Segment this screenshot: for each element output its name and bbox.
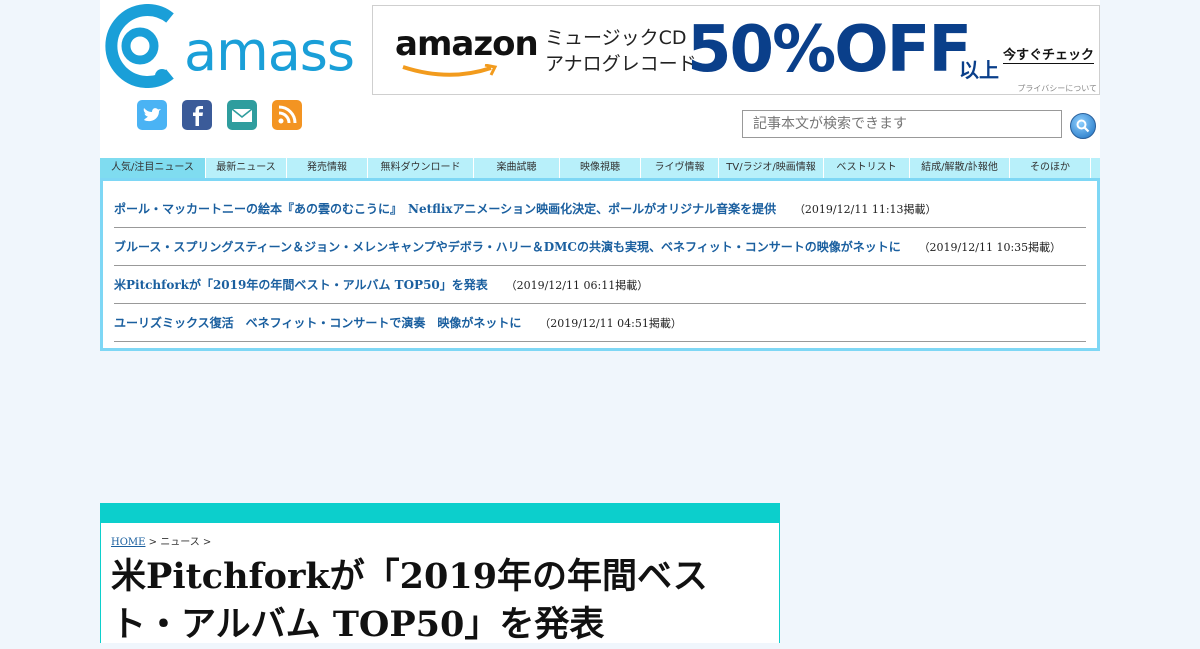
ad-line2: アナログレコード <box>545 53 697 75</box>
search-icon <box>1076 119 1090 133</box>
ad-line1: ミュージックCD <box>545 27 687 49</box>
logo-mark-icon <box>105 4 174 88</box>
tab-best-list[interactable]: ベストリスト <box>824 158 910 178</box>
amazon-ad-banner[interactable]: amazon ミュージックCD アナログレコード 50%OFF 以上 今すぐチェ… <box>372 5 1100 95</box>
ad-brand: amazon <box>395 24 539 64</box>
news-link[interactable]: 米Pitchforkが「2019年の年間ベスト・アルバム TOP50」を発表 <box>114 278 488 292</box>
tab-live[interactable]: ライヴ情報 <box>641 158 719 178</box>
article-header-bar <box>100 503 780 523</box>
news-date: （2019/12/11 11:13掲載） <box>793 203 937 216</box>
news-date: （2019/12/11 04:51掲載） <box>539 317 682 330</box>
tab-latest[interactable]: 最新ニュース <box>206 158 287 178</box>
tab-video[interactable]: 映像視聴 <box>560 158 641 178</box>
facebook-icon[interactable] <box>182 100 212 130</box>
news-link[interactable]: ブルース・スプリングスティーン＆ジョン・メレンキャンプやデボラ・ハリー＆DMCの… <box>114 240 901 254</box>
list-item: ポール・マッカートニーの絵本『あの雲のむこうに』 Netflixアニメーション映… <box>114 191 1086 228</box>
breadcrumb-home-link[interactable]: HOME <box>111 537 145 548</box>
amazon-smile-icon <box>402 64 498 77</box>
news-date: （2019/12/11 06:11掲載） <box>505 279 649 292</box>
tab-release[interactable]: 発売情報 <box>287 158 368 178</box>
mail-icon[interactable] <box>227 100 257 130</box>
list-item: 米Pitchforkが「2019年の年間ベスト・アルバム TOP50」を発表 （… <box>114 267 1086 304</box>
tab-tv-radio-film[interactable]: TV/ラジオ/映画情報 <box>719 158 824 178</box>
ad-discount: 50%OFF <box>687 13 972 87</box>
tab-listen[interactable]: 楽曲試聴 <box>474 158 560 178</box>
search-button[interactable] <box>1070 113 1096 139</box>
news-date: （2019/12/11 10:35掲載） <box>918 241 1062 254</box>
tab-other[interactable]: そのほか <box>1010 158 1091 178</box>
rss-icon[interactable] <box>272 100 302 130</box>
list-item: ブルース・スプリングスティーン＆ジョン・メレンキャンプやデボラ・ハリー＆DMCの… <box>114 229 1086 266</box>
breadcrumb: HOME > ニュース > <box>111 533 211 548</box>
page: amass amazon ミュージックCD アナログレコード 50%OFF 以上… <box>100 0 1100 645</box>
category-nav: 人気/注目ニュース 最新ニュース 発売情報 無料ダウンロード 楽曲試聴 映像視聴… <box>100 158 1100 178</box>
ad-cta-link[interactable]: 今すぐチェック <box>1003 44 1095 64</box>
news-link[interactable]: ユーリズミックス復活 ベネフィット・コンサートで演奏 映像がネットに <box>114 316 521 330</box>
twitter-icon[interactable] <box>137 100 167 130</box>
ad-suffix: 以上 <box>959 58 999 82</box>
search-input[interactable] <box>742 110 1062 138</box>
logo-text: amass <box>184 20 355 83</box>
article-title: 米Pitchforkが「2019年の年間ベスト・アルバム TOP50」を発表 <box>111 556 708 645</box>
header: amass amazon ミュージックCD アナログレコード 50%OFF 以上… <box>100 0 1100 158</box>
ad-privacy-link[interactable]: プライバシーについて <box>1017 83 1097 94</box>
tab-popular[interactable]: 人気/注目ニュース <box>100 158 206 178</box>
news-link[interactable]: ポール・マッカートニーの絵本『あの雲のむこうに』 Netflixアニメーション映… <box>114 202 776 216</box>
tab-free-download[interactable]: 無料ダウンロード <box>368 158 474 178</box>
article: HOME > ニュース > 米Pitchforkが「2019年の年間ベスト・アル… <box>100 523 780 645</box>
list-item: ユーリズミックス復活 ベネフィット・コンサートで演奏 映像がネットに （2019… <box>114 305 1086 342</box>
tab-formation-obituary[interactable]: 結成/解散/訃報他 <box>910 158 1010 178</box>
site-logo[interactable]: amass <box>100 4 355 88</box>
breadcrumb-trail: > ニュース > <box>145 537 212 548</box>
popular-news-list: ポール・マッカートニーの絵本『あの雲のむこうに』 Netflixアニメーション映… <box>100 178 1100 351</box>
